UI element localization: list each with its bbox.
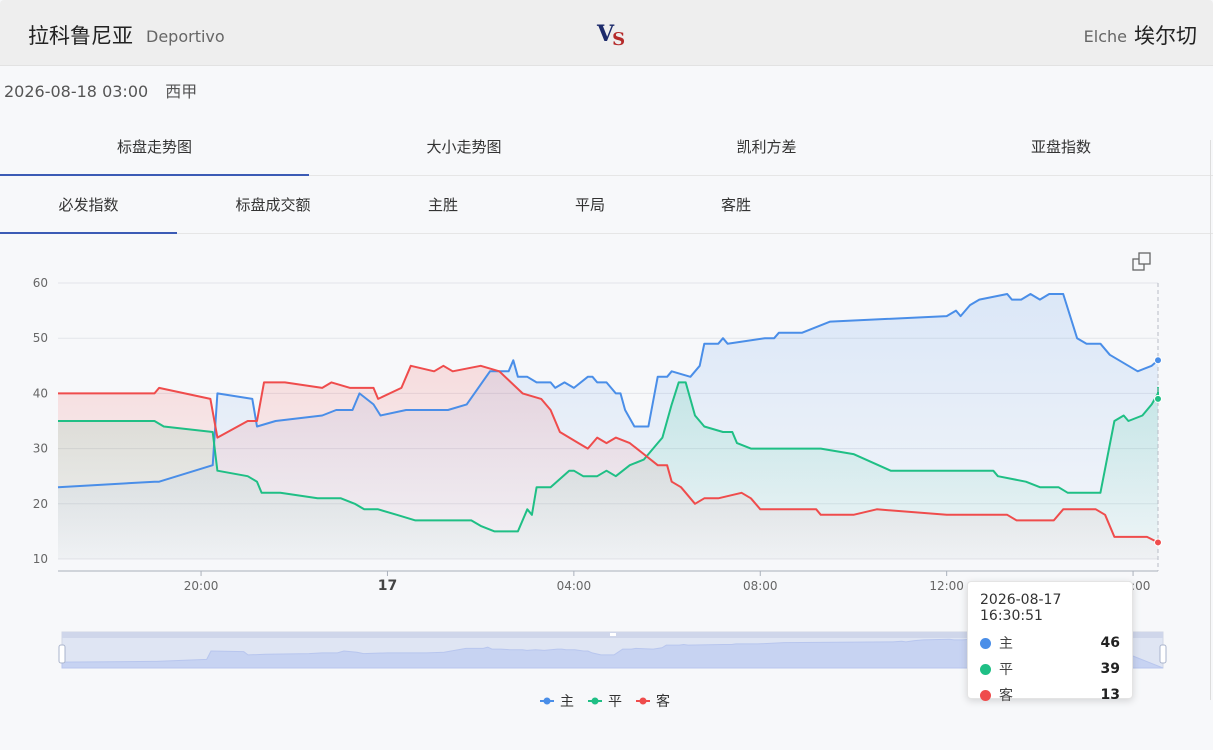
series-end-marker-1 <box>1154 394 1162 403</box>
tooltip-row-draw: 平 39 <box>980 656 1120 682</box>
datazoom-handle-right[interactable] <box>1159 644 1167 664</box>
legend-marker-2[interactable] <box>639 697 647 705</box>
tooltip-away-label: 客 <box>999 688 1013 704</box>
tooltip-draw-value: 39 <box>1100 661 1120 677</box>
match-datetime: 2026-08-18 03:00 <box>4 82 149 101</box>
x-tick-label: 20:00 <box>184 579 219 593</box>
chart-tooltip: 2026-08-17 16:30:51 主 46 平 39 客 13 <box>967 581 1133 704</box>
tab-volume[interactable]: 标盘成交额 <box>188 176 358 234</box>
tooltip-row-away: 客 13 <box>980 682 1120 708</box>
tab-odds-trend[interactable]: 标盘走势图 <box>0 118 309 176</box>
vs-letter-v: V <box>597 21 614 47</box>
vs-letter-s: S <box>612 29 625 50</box>
sub-tabs: 必发指数 标盘成交额 主胜 平局 客胜 <box>0 176 1213 234</box>
tab-over-under-trend[interactable]: 大小走势图 <box>309 118 619 176</box>
tab-asian-handicap[interactable]: 亚盘指数 <box>914 118 1208 176</box>
home-dot-icon <box>980 637 991 649</box>
legend-label-1[interactable]: 平 <box>608 694 622 710</box>
home-team-english: Deportivo <box>146 27 225 46</box>
match-league: 西甲 <box>165 82 198 101</box>
x-tick-label: 08:00 <box>743 579 778 593</box>
draw-dot-icon <box>980 663 991 675</box>
match-meta: 2026-08-18 03:00 西甲 <box>4 78 197 102</box>
main-tabs: 标盘走势图 大小走势图 凯利方差 亚盘指数 <box>0 118 1213 176</box>
legend-marker-0[interactable] <box>543 697 551 705</box>
vs-logo: VS <box>597 21 625 50</box>
legend-label-0[interactable]: 主 <box>560 694 574 710</box>
tooltip-draw-label: 平 <box>999 662 1013 678</box>
match-header: 拉科鲁尼亚 Deportivo VS Elche 埃尔切 <box>0 0 1213 66</box>
x-tick-label: 12:00 <box>929 579 964 593</box>
tab-draw[interactable]: 平局 <box>545 176 635 234</box>
home-team-name: 拉科鲁尼亚 <box>28 24 133 48</box>
legend-marker-1[interactable] <box>591 697 599 705</box>
y-tick-label: 40 <box>33 386 48 400</box>
datazoom-grip-icon[interactable] <box>610 633 616 636</box>
y-tick-label: 60 <box>33 276 48 290</box>
tooltip-row-home: 主 46 <box>980 630 1120 656</box>
y-tick-label: 50 <box>33 331 48 345</box>
y-tick-label: 10 <box>33 552 48 566</box>
series-end-marker-0 <box>1154 356 1162 365</box>
tab-home-win[interactable]: 主胜 <box>398 176 488 234</box>
tooltip-time: 2026-08-17 16:30:51 <box>980 592 1062 624</box>
x-tick-label: 04:00 <box>557 579 592 593</box>
tab-kelly-variance[interactable]: 凯利方差 <box>619 118 914 176</box>
tooltip-home-value: 46 <box>1100 635 1120 651</box>
x-tick-label: 17 <box>378 578 397 594</box>
tooltip-away-value: 13 <box>1100 687 1120 703</box>
restore-icon[interactable] <box>1132 252 1151 271</box>
away-team-english: Elche <box>1083 27 1127 46</box>
tooltip-home-label: 主 <box>999 636 1013 652</box>
series-end-marker-2 <box>1154 538 1162 547</box>
tab-away-win[interactable]: 客胜 <box>691 176 781 234</box>
y-tick-label: 30 <box>33 442 48 456</box>
tab-betfair-index[interactable]: 必发指数 <box>0 176 177 234</box>
datazoom-handle-left[interactable] <box>58 644 66 664</box>
y-tick-label: 20 <box>33 497 48 511</box>
away-dot-icon <box>980 689 991 701</box>
legend-label-2[interactable]: 客 <box>656 693 670 710</box>
away-team-name: 埃尔切 <box>1134 24 1197 48</box>
